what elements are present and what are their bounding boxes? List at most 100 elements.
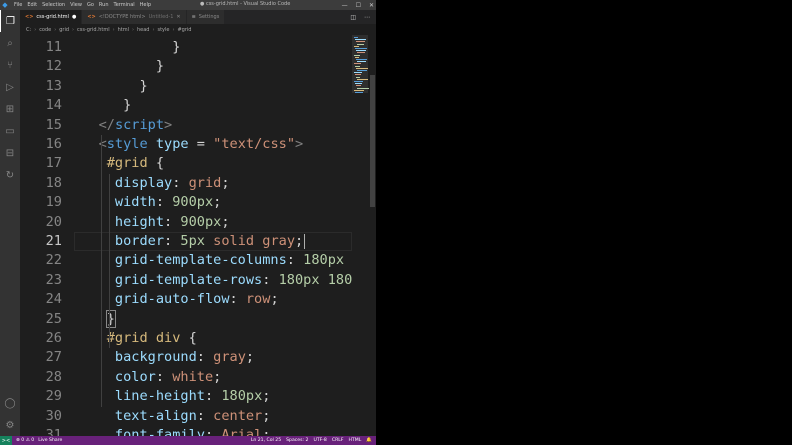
bookmarks-icon[interactable]: ⊟ [0,142,20,164]
minimap-line [357,87,369,89]
menu-item-help[interactable]: Help [140,2,151,8]
code-line[interactable]: 29 line-height: 180px; [20,387,352,406]
code-token: grid-template-rows [114,271,263,288]
close-icon[interactable]: ✕ [369,2,374,9]
code-line[interactable]: 18 display: grid; [20,174,352,193]
code-token: background [114,349,197,366]
run-debug-icon[interactable]: ▷ [0,76,20,98]
explorer-icon[interactable]: ❐ [0,10,20,32]
code-text: } [74,309,352,329]
search-icon[interactable]: ⌕ [0,32,20,54]
menu-item-selection[interactable]: Selection [42,2,65,8]
code-line[interactable]: 12 } [20,57,352,76]
notifications-icon[interactable]: 🔔 [366,438,372,443]
breadcrumb-item[interactable]: head [137,27,149,33]
code-token: ; [213,194,222,211]
breadcrumb-item[interactable]: code [39,27,51,33]
minimap-line [354,89,364,91]
code-line[interactable]: 15 </script> [20,116,352,135]
more-actions-icon[interactable]: ⋯ [364,14,370,21]
chevron-right-icon: › [34,26,37,33]
breadcrumb-item[interactable]: #grid [177,27,191,33]
scrollbar-thumb[interactable] [370,75,375,207]
editor-scrollbar[interactable] [369,35,376,436]
settings-gear-icon[interactable]: ⚙ [0,414,20,436]
modified-dot-icon[interactable]: ● [72,14,76,20]
minimap-line [355,74,361,76]
code-line[interactable]: 26 #grid div { [20,329,352,348]
accounts-icon[interactable]: ◯ [0,392,20,414]
remote-explorer-icon[interactable]: ▭ [0,120,20,142]
code-token: > [164,116,173,133]
tab-css-grid[interactable]: <> css-grid.html ● [20,10,82,24]
minimap-line [356,67,368,69]
code-line[interactable]: 24 grid-auto-flow: row; [20,290,352,309]
code-text: border: 5px solid gray; [74,232,352,251]
minimap-line [354,45,359,47]
maximize-icon[interactable]: ☐ [356,2,361,9]
code-line[interactable]: 20 height: 900px; [20,213,352,232]
cursor-position[interactable]: Ln 21, Col 25 [251,438,281,443]
code-line[interactable]: 27 background: gray; [20,348,352,367]
close-tab-icon[interactable]: ✕ [176,14,180,20]
chevron-right-icon: › [54,26,57,33]
code-line[interactable]: 23 grid-template-rows: 180px 180px [20,271,352,290]
minimap-line [357,78,368,80]
live-share-icon[interactable]: ↻ [0,164,20,186]
code-line[interactable]: 19 width: 900px; [20,193,352,212]
problems-indicator[interactable]: ⊗ 0 ⚠ 0 [16,438,34,443]
html-file-icon: <> [87,14,96,20]
code-line[interactable]: 16 <style type = "text/css"> [20,135,352,154]
editor-actions: ◫ ⋯ [350,10,376,24]
code-token: "text/css" [213,136,296,152]
line-number: 29 [45,388,62,405]
code-line[interactable]: 22 grid-template-columns: 180px 180px [20,251,352,270]
end-of-line[interactable]: CRLF [332,438,344,443]
line-number: 31 [45,427,62,436]
breadcrumb-item[interactable]: html [118,27,129,33]
breadcrumb-item[interactable]: grid [59,27,69,33]
code-line[interactable]: 28 color: white; [20,368,352,387]
source-control-icon[interactable]: ⑂ [0,54,20,76]
minimap[interactable] [352,35,369,95]
code-token: script [114,116,165,133]
code-line[interactable]: 17 #grid { [20,154,352,173]
menu-item-go[interactable]: Go [87,2,94,8]
breadcrumb-item[interactable]: css-grid.html [77,27,110,33]
menu-item-file[interactable]: File [14,2,22,8]
encoding[interactable]: UTF-8 [313,438,326,443]
code-editor[interactable]: 11 } 12 } 13 } 14 } 15 </script> 16 <style ty… [20,35,352,436]
extensions-icon[interactable]: ⊞ [0,98,20,120]
menu-item-run[interactable]: Run [99,2,109,8]
tab-untitled-1[interactable]: <> <!DOCTYPE html> Untitled-1 ✕ [82,10,186,24]
menu-item-view[interactable]: View [70,2,82,8]
code-line[interactable]: 25 } [20,309,352,329]
code-token: : [155,368,173,385]
code-line[interactable]: 11 } [20,38,352,57]
code-line[interactable]: 30 text-align: center; [20,407,352,426]
code-line[interactable]: 14 } [20,96,352,115]
code-token: > [295,136,304,152]
minimap-line [355,92,363,93]
menu-item-edit[interactable]: Edit [27,2,37,8]
tab-settings[interactable]: ≡ Settings [186,10,225,24]
language-mode[interactable]: HTML [348,438,361,443]
line-number: 28 [45,368,62,385]
minimize-icon[interactable]: — [342,2,348,9]
code-line[interactable]: 13 } [20,77,352,96]
split-editor-icon[interactable]: ◫ [350,14,356,21]
code-line[interactable]: 31 font-family: Arial; [20,426,352,436]
code-text: display: grid; [74,174,352,193]
menu-item-terminal[interactable]: Terminal [114,2,135,8]
code-token: display [114,174,173,191]
indentation[interactable]: Spaces: 2 [286,438,308,443]
live-share-button[interactable]: Live Share [38,438,62,443]
line-number: 15 [45,116,62,133]
breadcrumb-item[interactable]: style [157,27,169,33]
code-token: : [286,252,304,269]
breadcrumb-item[interactable]: C: [26,27,31,33]
code-token: : [229,291,246,308]
remote-indicator[interactable]: >< [0,436,12,445]
code-line[interactable]: 21 border: 5px solid gray; [20,232,352,251]
